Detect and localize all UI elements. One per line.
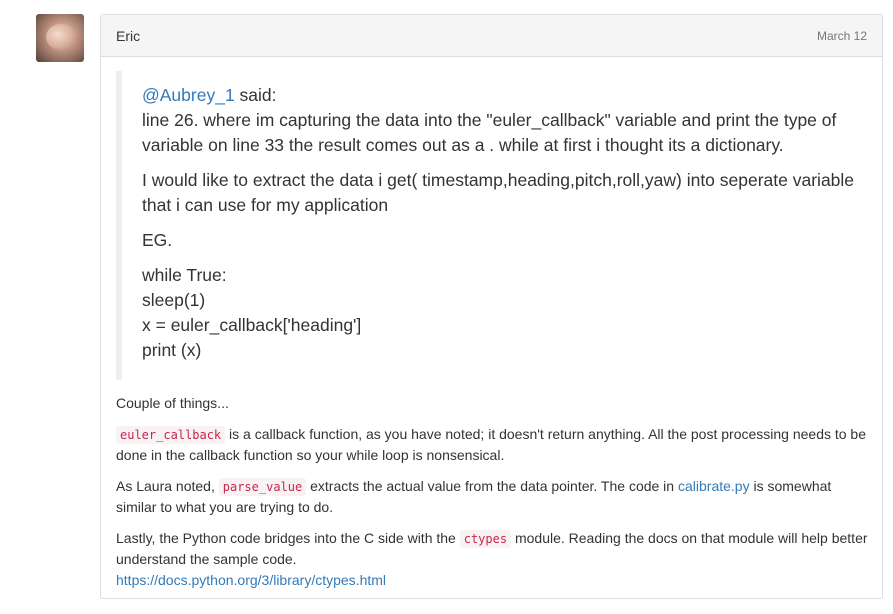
quote-line-2: I would like to extract the data i get( …	[142, 170, 855, 215]
quote-said: said:	[234, 85, 277, 105]
post-author[interactable]: Eric	[116, 28, 140, 44]
calibrate-link[interactable]: calibrate.py	[678, 478, 750, 494]
avatar[interactable]	[36, 14, 84, 62]
quote-code-line: sleep(1)	[142, 290, 206, 310]
quote-code: while True: sleep(1) x = euler_callback[…	[142, 263, 868, 363]
paragraph-text: is a callback function, as you have note…	[116, 425, 867, 464]
paragraph-1: euler_callback is a callback function, a…	[116, 424, 868, 466]
quote-line-1: line 26. where im capturing the data int…	[142, 110, 837, 155]
post-date: March 12	[816, 29, 867, 43]
paragraph-3: Lastly, the Python code bridges into the…	[116, 528, 868, 591]
paragraph-text: extracts the actual value from the data …	[306, 477, 678, 494]
quote-code-line: print (x)	[142, 340, 202, 360]
post-body: Couple of things... euler_callback is a …	[116, 393, 868, 600]
avatar-image	[46, 24, 76, 50]
quote-code-line: while True:	[142, 265, 227, 285]
quote-line-3: EG.	[142, 230, 173, 250]
inline-code: euler_callback	[116, 425, 226, 444]
ctypes-docs-link[interactable]: https://docs.python.org/3/library/ctypes…	[116, 572, 386, 588]
blockquote: @Aubrey_1 said: line 26. where im capturi…	[116, 71, 868, 380]
quote-attribution: @Aubrey_1 said: line 26. where im capturi…	[142, 83, 868, 158]
paragraph-text: As Laura noted,	[116, 477, 219, 494]
paragraph-2: As Laura noted, parse_value extracts the…	[116, 476, 868, 518]
post-panel: Eric March 12 @Aubrey_1 said: line 26. wh…	[100, 14, 883, 599]
inline-code: ctypes	[459, 529, 512, 548]
intro-paragraph: Couple of things...	[116, 395, 229, 411]
inline-code: parse_value	[218, 477, 307, 496]
mention-link[interactable]: @Aubrey_1	[142, 85, 235, 105]
quote-code-line: x = euler_callback['heading']	[142, 315, 362, 335]
post-header: Eric March 12	[101, 15, 882, 57]
paragraph-text: Lastly, the Python code bridges into the…	[116, 529, 460, 546]
